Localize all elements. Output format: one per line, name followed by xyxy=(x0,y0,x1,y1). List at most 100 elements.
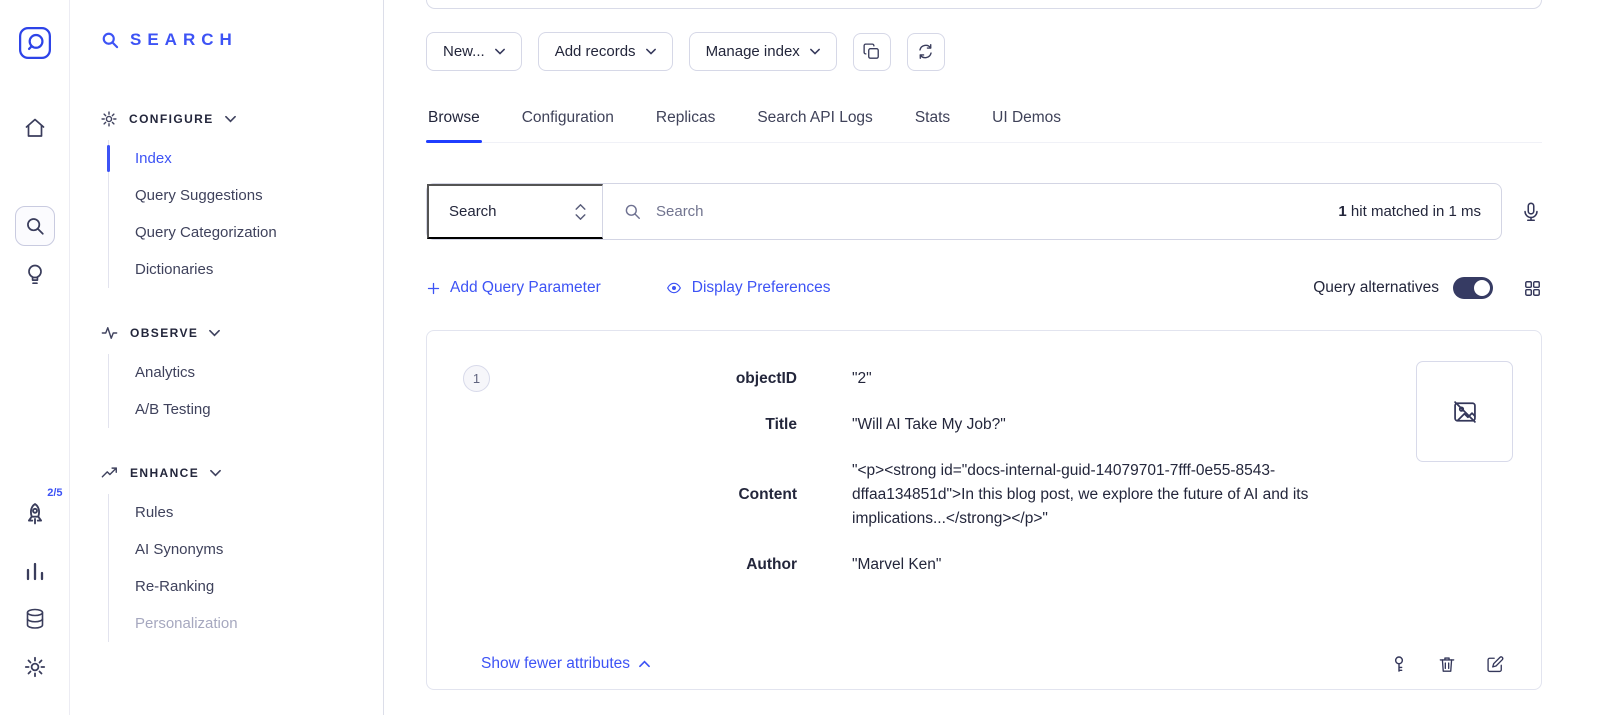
attribute-value: "2" xyxy=(852,367,1392,391)
hit-card: 1 objectID "2" Title "Will AI Take My Jo… xyxy=(426,330,1542,690)
database-icon[interactable] xyxy=(23,607,47,631)
add-query-parameter-link[interactable]: Add Query Parameter xyxy=(426,279,601,297)
sidebar-item-analytics[interactable]: Analytics xyxy=(109,354,363,391)
attribute-row: objectID "2" xyxy=(457,367,1511,391)
sidebar-item-ai-synonyms[interactable]: AI Synonyms xyxy=(109,531,363,568)
add-records-dropdown-button[interactable]: Add records xyxy=(538,32,673,71)
chevron-down-icon xyxy=(210,469,221,477)
plus-icon xyxy=(426,281,441,296)
hit-number-badge: 1 xyxy=(463,365,490,392)
section-header-enhance[interactable]: ENHANCE xyxy=(100,464,363,482)
stepper-icon xyxy=(575,204,586,220)
search-input[interactable] xyxy=(642,203,1338,220)
tab-browse[interactable]: Browse xyxy=(426,101,482,142)
product-logo[interactable]: SEARCH xyxy=(100,30,363,50)
chevron-down-icon xyxy=(225,115,236,123)
chevron-down-icon xyxy=(209,329,220,337)
rocket-icon[interactable] xyxy=(21,500,49,530)
attribute-value: "Marvel Ken" xyxy=(852,553,1392,577)
search-box: Search 1 hit matched in 1 ms xyxy=(426,183,1502,240)
chevron-down-icon xyxy=(646,48,656,55)
attribute-label: Title xyxy=(457,416,797,434)
trending-up-icon xyxy=(100,464,119,482)
pulse-icon xyxy=(100,324,119,342)
app-window: 2/5 xyxy=(0,0,1600,715)
search-product-icon[interactable] xyxy=(15,206,55,246)
hits-text: hit matched in 1 ms xyxy=(1347,203,1481,220)
add-records-label: Add records xyxy=(555,43,636,60)
manage-index-label: Manage index xyxy=(706,43,800,60)
search-icon xyxy=(623,202,642,221)
hits-status: 1 hit matched in 1 ms xyxy=(1338,203,1501,220)
edit-icon[interactable] xyxy=(1485,654,1505,675)
add-query-parameter-label: Add Query Parameter xyxy=(450,279,601,297)
top-bar-partial xyxy=(426,0,1542,9)
hit-actions xyxy=(1389,654,1505,675)
show-fewer-attributes-link[interactable]: Show fewer attributes xyxy=(481,655,650,673)
attribute-row: Author "Marvel Ken" xyxy=(457,553,1511,577)
query-alternatives-label: Query alternatives xyxy=(1313,279,1439,297)
recommend-bulb-icon[interactable] xyxy=(23,262,47,288)
copy-icon[interactable] xyxy=(853,33,891,71)
product-sidebar: SEARCH CONFIGURE Index Query Suggestions xyxy=(70,0,384,715)
sidebar-section-configure: CONFIGURE Index Query Suggestions Query … xyxy=(100,110,363,288)
sidebar-item-ab-testing[interactable]: A/B Testing xyxy=(109,391,363,428)
tab-replicas[interactable]: Replicas xyxy=(654,101,717,142)
tab-ui-demos[interactable]: UI Demos xyxy=(990,101,1063,142)
settings-gear-icon[interactable] xyxy=(23,655,47,679)
algolia-logo-icon[interactable] xyxy=(18,26,52,60)
index-selector[interactable]: Search xyxy=(427,184,603,239)
query-alternatives-toggle[interactable] xyxy=(1453,277,1493,299)
sidebar-item-query-categorization[interactable]: Query Categorization xyxy=(109,214,363,251)
section-title: OBSERVE xyxy=(130,326,198,340)
tab-search-api-logs[interactable]: Search API Logs xyxy=(755,101,874,142)
trash-icon[interactable] xyxy=(1437,654,1457,675)
product-name: SEARCH xyxy=(130,30,238,50)
home-icon[interactable] xyxy=(23,116,47,140)
tab-stats[interactable]: Stats xyxy=(913,101,952,142)
chevron-down-icon xyxy=(495,48,505,55)
hits-count: 1 xyxy=(1338,203,1346,220)
sidebar-item-re-ranking[interactable]: Re-Ranking xyxy=(109,568,363,605)
sidebar-item-personalization[interactable]: Personalization xyxy=(109,605,363,642)
index-selector-label: Search xyxy=(449,203,497,220)
usage-badge: 2/5 xyxy=(45,487,64,499)
attribute-label: Author xyxy=(457,556,797,574)
attribute-label: Content xyxy=(457,486,797,504)
main-content: New... Add records Manage index xyxy=(384,0,1600,715)
query-controls-row: Add Query Parameter Display Preferences … xyxy=(426,277,1542,299)
tab-configuration[interactable]: Configuration xyxy=(520,101,616,142)
key-icon[interactable] xyxy=(1389,654,1409,675)
chevron-up-icon xyxy=(639,660,650,668)
index-tabs: Browse Configuration Replicas Search API… xyxy=(426,101,1542,143)
section-header-observe[interactable]: OBSERVE xyxy=(100,324,363,342)
sidebar-item-index[interactable]: Index xyxy=(109,140,363,177)
index-toolbar: New... Add records Manage index xyxy=(426,32,1542,71)
new-dropdown-label: New... xyxy=(443,43,485,60)
attribute-label: objectID xyxy=(457,370,797,388)
section-title: ENHANCE xyxy=(130,466,199,480)
sidebar-section-observe: OBSERVE Analytics A/B Testing xyxy=(100,324,363,428)
hit-attributes: objectID "2" Title "Will AI Take My Job?… xyxy=(457,367,1511,577)
display-preferences-link[interactable]: Display Preferences xyxy=(665,279,831,297)
microphone-icon[interactable] xyxy=(1520,200,1542,224)
sidebar-item-rules[interactable]: Rules xyxy=(109,494,363,531)
gear-icon xyxy=(100,110,118,128)
eye-icon xyxy=(665,280,683,296)
sidebar-item-dictionaries[interactable]: Dictionaries xyxy=(109,251,363,288)
display-preferences-label: Display Preferences xyxy=(692,279,831,297)
attribute-row: Title "Will AI Take My Job?" xyxy=(457,413,1511,437)
new-dropdown-button[interactable]: New... xyxy=(426,32,522,71)
layout-grid-icon[interactable] xyxy=(1523,279,1542,298)
query-alternatives-control: Query alternatives xyxy=(1313,277,1493,299)
sidebar-item-query-suggestions[interactable]: Query Suggestions xyxy=(109,177,363,214)
refresh-icon[interactable] xyxy=(907,33,945,71)
image-off-icon xyxy=(1451,398,1479,426)
analytics-bars-icon[interactable] xyxy=(23,559,47,583)
chevron-down-icon xyxy=(810,48,820,55)
attribute-value: "Will AI Take My Job?" xyxy=(852,413,1392,437)
section-header-configure[interactable]: CONFIGURE xyxy=(100,110,363,128)
manage-index-dropdown-button[interactable]: Manage index xyxy=(689,32,837,71)
attribute-row: Content "<p><strong id="docs-internal-gu… xyxy=(457,459,1511,531)
sidebar-section-enhance: ENHANCE Rules AI Synonyms Re-Ranking Per… xyxy=(100,464,363,642)
